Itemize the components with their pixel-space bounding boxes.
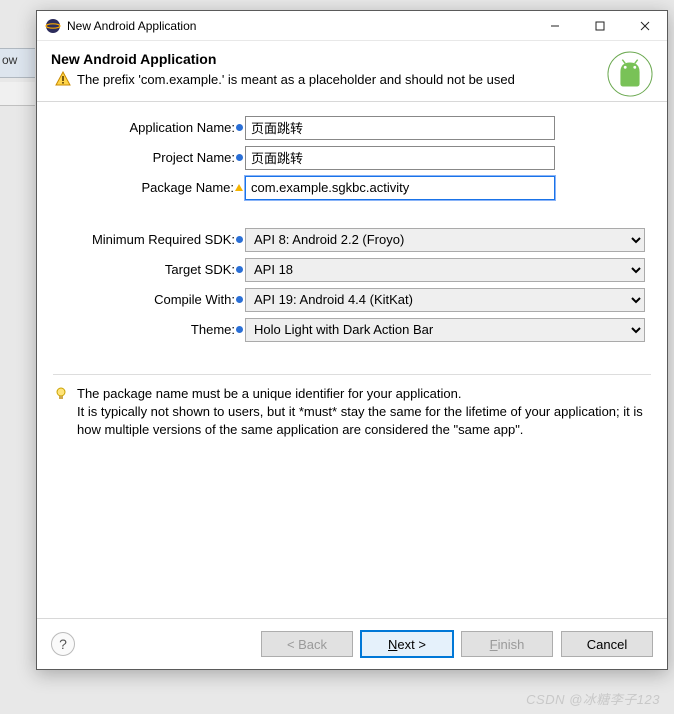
background-toolbar: [0, 82, 35, 106]
info-icon: [236, 326, 243, 333]
window-title: New Android Application: [67, 19, 532, 33]
min-sdk-select[interactable]: API 8: Android 2.2 (Froyo): [245, 228, 645, 252]
project-name-input[interactable]: [245, 146, 555, 170]
button-bar: ? < Back Next > Finish Cancel: [37, 618, 667, 669]
info-icon: [236, 124, 243, 131]
application-name-input[interactable]: [245, 116, 555, 140]
info-icon: [236, 296, 243, 303]
maximize-button[interactable]: [577, 11, 622, 40]
hint-text: The package name must be a unique identi…: [77, 385, 651, 440]
compile-with-select[interactable]: API 19: Android 4.4 (KitKat): [245, 288, 645, 312]
app-name-label: Application Name:: [55, 120, 245, 135]
theme-select[interactable]: Holo Light with Dark Action Bar: [245, 318, 645, 342]
lightbulb-icon: [53, 386, 69, 402]
next-button[interactable]: Next >: [361, 631, 453, 657]
min-sdk-label: Minimum Required SDK:: [55, 232, 245, 247]
warning-icon: [55, 71, 71, 87]
eclipse-icon: [45, 18, 61, 34]
compile-label: Compile With:: [55, 292, 245, 307]
background-tab-strip: ow: [0, 48, 35, 78]
package-name-input[interactable]: [245, 176, 555, 200]
theme-label: Theme:: [55, 322, 245, 337]
hint-panel: The package name must be a unique identi…: [53, 374, 651, 440]
form-area: Application Name: Project Name: Package …: [37, 102, 667, 356]
back-button: < Back: [261, 631, 353, 657]
info-icon: [236, 236, 243, 243]
target-sdk-select[interactable]: API 18: [245, 258, 645, 282]
new-android-app-dialog: New Android Application New Android Appl…: [36, 10, 668, 670]
package-name-label: Package Name:: [55, 180, 245, 195]
minimize-button[interactable]: [532, 11, 577, 40]
dialog-heading: New Android Application: [51, 51, 653, 67]
dialog-header: New Android Application The prefix 'com.…: [37, 41, 667, 102]
titlebar: New Android Application: [37, 11, 667, 41]
android-icon: [607, 51, 653, 97]
field-warning-icon: [235, 184, 243, 191]
watermark: CSDN @冰糖李子123: [526, 689, 660, 708]
info-icon: [236, 154, 243, 161]
cancel-button[interactable]: Cancel: [561, 631, 653, 657]
info-icon: [236, 266, 243, 273]
target-sdk-label: Target SDK:: [55, 262, 245, 277]
help-button[interactable]: ?: [51, 632, 75, 656]
warning-text: The prefix 'com.example.' is meant as a …: [77, 71, 515, 89]
finish-button: Finish: [461, 631, 553, 657]
project-name-label: Project Name:: [55, 150, 245, 165]
close-button[interactable]: [622, 11, 667, 40]
